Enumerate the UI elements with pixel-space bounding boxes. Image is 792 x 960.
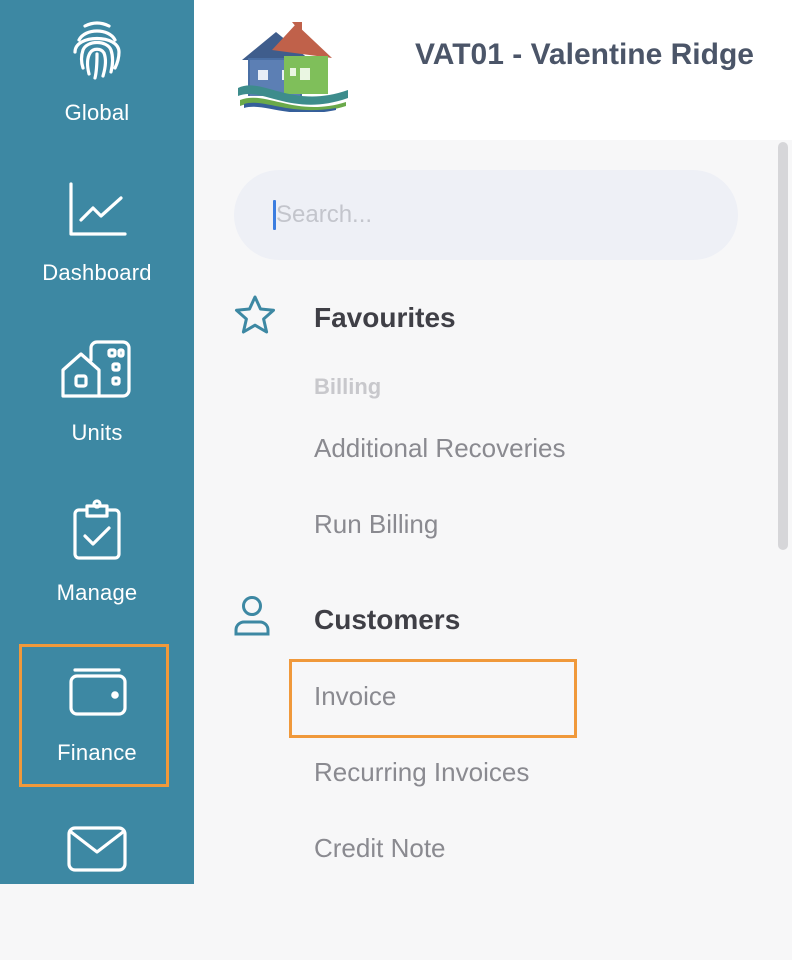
rail-label-units: Units <box>71 420 123 445</box>
clipboard-check-icon <box>0 498 194 568</box>
text-caret <box>273 200 276 230</box>
finance-highlight-box <box>19 644 169 787</box>
rail-item-global[interactable]: Global <box>0 0 194 160</box>
page-title: VAT01 - Valentine Ridge <box>415 38 754 71</box>
main-nav-rail: Global Dashboard Units Manage Finance <box>0 0 194 884</box>
nav-link-additional-recoveries[interactable]: Additional Recoveries <box>314 433 565 464</box>
user-icon <box>232 594 272 643</box>
nav-link-recurring-invoices[interactable]: Recurring Invoices <box>314 757 529 788</box>
fingerprint-icon <box>0 18 194 88</box>
rail-label-manage: Manage <box>56 580 138 605</box>
company-logo[interactable] <box>236 18 350 117</box>
rail-item-messages[interactable] <box>0 800 194 960</box>
group-label-billing: Billing <box>314 374 382 399</box>
mail-icon <box>0 822 194 892</box>
nav-link-run-billing[interactable]: Run Billing <box>314 509 438 540</box>
rail-item-units[interactable]: Units <box>0 320 194 480</box>
search-input[interactable] <box>234 170 738 260</box>
buildings-icon <box>0 338 194 408</box>
line-chart-icon <box>0 178 194 248</box>
star-icon <box>232 294 278 341</box>
top-header: VAT01 - Valentine Ridge <box>194 0 792 140</box>
rail-item-dashboard[interactable]: Dashboard <box>0 160 194 320</box>
rail-label-global: Global <box>64 100 130 125</box>
nav-link-credit-note[interactable]: Credit Note <box>314 833 446 864</box>
nav-scrollbar[interactable] <box>778 142 788 550</box>
section-title-favourites: Favourites <box>314 302 456 333</box>
rail-label-dashboard: Dashboard <box>42 260 152 285</box>
section-title-customers: Customers <box>314 604 461 635</box>
rail-item-manage[interactable]: Manage <box>0 480 194 640</box>
invoice-highlight-box <box>289 659 577 738</box>
